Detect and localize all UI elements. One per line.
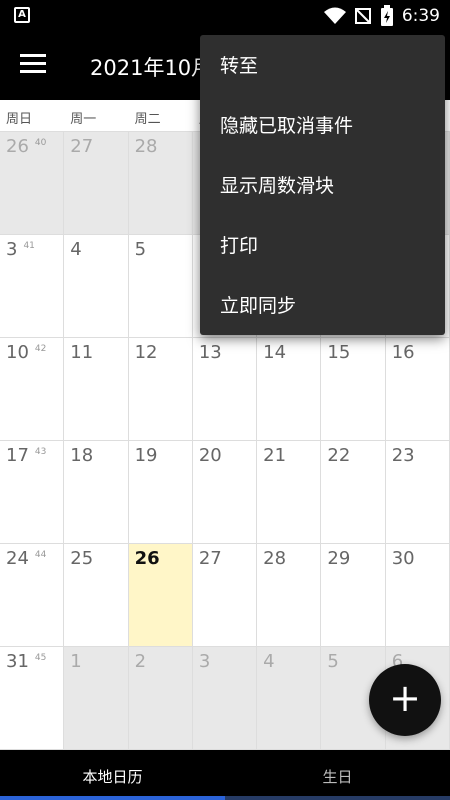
day-number: 4 [70, 239, 82, 260]
day-cell[interactable]: 26 40 [0, 132, 65, 235]
day-number: 5 [327, 651, 339, 672]
day-number: 3 [198, 651, 211, 672]
day-number: 17 [6, 445, 29, 466]
day-cell[interactable]: 16 [385, 338, 450, 441]
day-cell[interactable]: 17 43 [0, 441, 65, 544]
page-title[interactable]: 2021年10月 [90, 52, 212, 82]
day-number: 2 [134, 651, 147, 672]
day-cell[interactable]: 4 [257, 647, 322, 750]
day-cell[interactable]: 12 [128, 338, 193, 441]
day-number: 21 [263, 445, 287, 466]
day-number: 23 [391, 445, 415, 466]
day-number: 14 [263, 342, 287, 363]
day-number: 3 [6, 239, 18, 260]
day-cell[interactable]: 28 [257, 544, 322, 647]
day-cell[interactable]: 10 42 [0, 338, 65, 441]
day-cell[interactable]: 27 [192, 544, 258, 647]
day-cell[interactable]: 11 [64, 338, 129, 441]
menu-item-hide-cancelled[interactable]: 隐藏已取消事件 [200, 95, 445, 155]
day-number: 30 [391, 548, 415, 569]
tab-birthday[interactable]: 生日 [225, 750, 450, 800]
day-cell[interactable]: 29 [321, 544, 386, 647]
menu-item-print[interactable]: 打印 [200, 215, 445, 275]
day-number: 1 [70, 651, 82, 672]
day-cell[interactable]: 19 [128, 441, 193, 544]
day-cell[interactable]: 3 [192, 647, 258, 750]
day-number: 4 [263, 651, 275, 672]
day-cell[interactable]: 30 [385, 544, 450, 647]
overflow-menu: 转至 隐藏已取消事件 显示周数滑块 打印 立即同步 [200, 35, 445, 335]
day-cell[interactable]: 26 [128, 544, 193, 647]
day-number: 13 [198, 342, 222, 363]
day-cell[interactable]: 21 [257, 441, 322, 544]
day-cell[interactable]: 28 [128, 132, 193, 235]
day-number: 25 [70, 548, 94, 569]
status-icons: 6:39 [323, 5, 440, 27]
week-number: 45 [34, 653, 47, 663]
day-number: 16 [391, 342, 415, 363]
week-number: 42 [34, 344, 47, 354]
clock: 6:39 [401, 6, 440, 26]
day-number: 27 [70, 136, 94, 157]
day-cell[interactable]: 23 [385, 441, 450, 544]
week-number: 41 [23, 241, 35, 251]
day-number: 24 [6, 548, 29, 569]
day-cell[interactable]: 13 [192, 338, 258, 441]
day-number: 26 [6, 136, 29, 157]
wifi-icon [323, 7, 346, 24]
day-number: 12 [134, 342, 158, 363]
day-cell[interactable]: 27 [64, 132, 129, 235]
day-cell[interactable]: 4 [64, 235, 129, 338]
battery-charging-icon [380, 5, 393, 26]
weekday-label: 周日 [6, 112, 33, 127]
day-number: 28 [134, 136, 158, 157]
day-cell[interactable]: 14 [257, 338, 322, 441]
day-number: 20 [198, 445, 222, 466]
week-number: 43 [34, 447, 47, 457]
day-number: 15 [327, 342, 351, 363]
week-number: 44 [34, 550, 47, 560]
weekday-label: 周一 [70, 112, 97, 127]
day-cell[interactable]: 25 [64, 544, 129, 647]
day-number: 11 [70, 342, 94, 363]
day-number: 31 [6, 651, 29, 672]
no-signal-icon [354, 8, 371, 24]
day-cell[interactable]: 24 44 [0, 544, 65, 647]
day-number: 19 [134, 445, 158, 466]
day-cell[interactable]: 5 [128, 235, 193, 338]
calendar-tabs: 本地日历 生日 [0, 750, 450, 800]
day-cell[interactable]: 2 [128, 647, 193, 750]
day-number: 29 [327, 548, 351, 569]
menu-item-show-week-slider[interactable]: 显示周数滑块 [200, 155, 445, 215]
day-cell[interactable]: 20 [192, 441, 258, 544]
day-number: 26 [134, 548, 160, 569]
week-number: 40 [34, 138, 47, 148]
day-number: 5 [134, 239, 147, 260]
day-cell[interactable]: 1 [64, 647, 129, 750]
day-cell[interactable]: 18 [64, 441, 129, 544]
day-number: 22 [327, 445, 351, 466]
menu-item-sync-now[interactable]: 立即同步 [200, 275, 445, 335]
hamburger-menu-icon[interactable] [20, 54, 48, 78]
day-number: 10 [6, 342, 29, 363]
day-cell[interactable]: 31 45 [0, 647, 65, 750]
day-number: 28 [263, 548, 287, 569]
tab-local-calendar[interactable]: 本地日历 [0, 750, 225, 800]
day-number: 27 [198, 548, 222, 569]
app-notification-icon: A [14, 7, 30, 23]
menu-item-goto[interactable]: 转至 [200, 35, 445, 95]
day-cell[interactable]: 22 [321, 441, 386, 544]
day-number: 18 [70, 445, 94, 466]
status-bar: A 6:39 [0, 0, 450, 32]
day-cell[interactable]: 3 41 [0, 235, 65, 338]
add-event-button[interactable]: + [369, 664, 441, 736]
weekday-label: 周二 [134, 112, 161, 127]
day-cell[interactable]: 15 [321, 338, 386, 441]
